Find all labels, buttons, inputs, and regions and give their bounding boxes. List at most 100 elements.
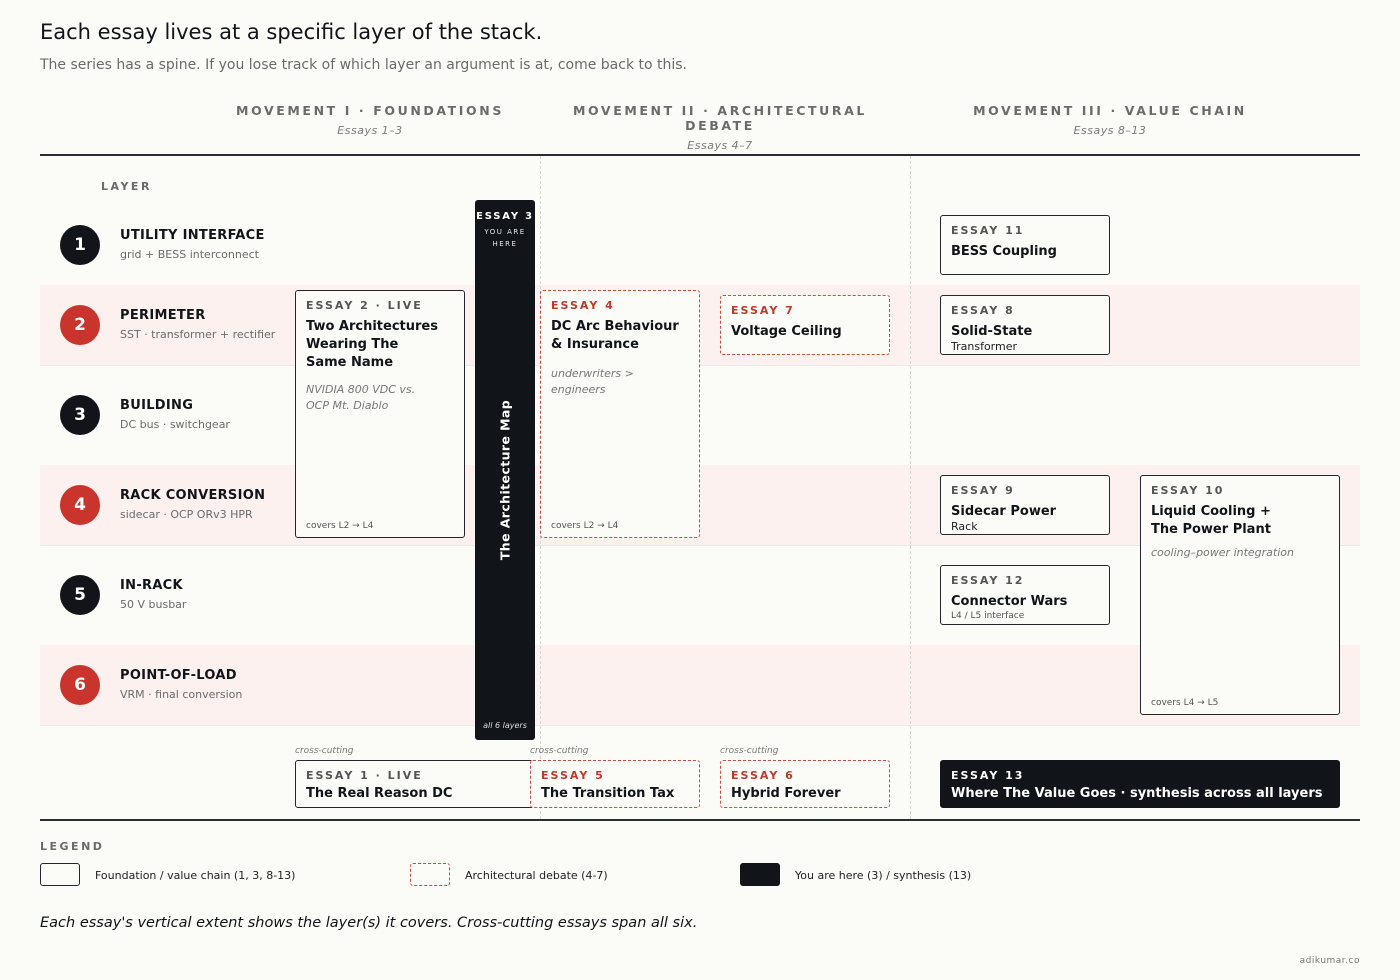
movement-2-header: MOVEMENT II · ARCHITECTURAL DEBATE Essay… — [540, 103, 900, 152]
layer-name: UTILITY INTERFACE — [120, 228, 265, 243]
essay-title: Two Architectures Wearing The Same Name — [306, 318, 454, 372]
layer-name: PERIMETER — [120, 308, 206, 323]
essay-5-card[interactable]: ESSAY 5 The Transition Tax — [530, 760, 700, 808]
movement-3-name: MOVEMENT III · VALUE CHAIN — [973, 103, 1247, 118]
legend-label: You are here (3) / synthesis (13) — [795, 869, 972, 882]
legend-swatch-dashed — [410, 863, 450, 886]
essay-note: NVIDIA 800 VDC vs. OCP Mt. Diablo — [306, 382, 454, 414]
essay-title: Solid-State — [951, 324, 1033, 339]
layer-name: IN-RACK — [120, 578, 183, 593]
layer-description: grid + BESS interconnect — [120, 248, 259, 261]
layer-description: VRM · final conversion — [120, 688, 243, 701]
layer-4-number: 4 — [60, 485, 100, 525]
layer-description: sidecar · OCP ORv3 HPR — [120, 508, 253, 521]
essay-title-line: The Power Plant — [1151, 522, 1271, 537]
movement-1-header: MOVEMENT I · FOUNDATIONS Essays 1–3 — [230, 103, 510, 137]
layer-1-label: UTILITY INTERFACE grid + BESS interconne… — [120, 228, 265, 261]
essay-12-card[interactable]: ESSAY 12 Connector Wars L4 / L5 interfac… — [940, 565, 1110, 625]
essay-2-card[interactable]: ESSAY 2 · LIVE Two Architectures Wearing… — [295, 290, 465, 538]
essay-title: Hybrid Forever — [731, 786, 841, 801]
essay-7-card[interactable]: ESSAY 7 Voltage Ceiling — [720, 295, 890, 355]
cross-cutting-tag: cross-cutting — [720, 746, 779, 756]
essay-eyebrow: ESSAY 10 — [1151, 484, 1225, 497]
essay-1-card[interactable]: ESSAY 1 · LIVE The Real Reason DC — [295, 760, 535, 808]
essay-11-card[interactable]: ESSAY 11 BESS Coupling — [940, 215, 1110, 275]
layer-description: 50 V busbar — [120, 598, 187, 611]
layer-5-label: IN-RACK 50 V busbar — [120, 578, 186, 611]
essay-13-card[interactable]: ESSAY 13 Where The Value Goes · synthesi… — [940, 760, 1340, 808]
layer-name: BUILDING — [120, 398, 194, 413]
layer-2-label: PERIMETER SST · transformer + rectifier — [120, 308, 275, 341]
essay-eyebrow: ESSAY 6 — [731, 769, 795, 782]
cross-cutting-tag: cross-cutting — [295, 746, 354, 756]
essay-title-line: Same Name — [306, 355, 394, 370]
essay-coverage: covers L2 → L4 — [551, 521, 619, 531]
essay-coverage: covers L4 → L5 — [1151, 698, 1219, 708]
legend-label: Foundation / value chain (1, 3, 8-13) — [95, 869, 296, 882]
essay-eyebrow: ESSAY 7 — [731, 304, 795, 317]
essay-title: Liquid Cooling + The Power Plant — [1151, 503, 1329, 539]
legend-label: Architectural debate (4-7) — [465, 869, 608, 882]
essay-title: Where The Value Goes · synthesis across … — [951, 786, 1323, 801]
layer-separator — [40, 725, 1360, 726]
layer-name: RACK CONVERSION — [120, 488, 266, 503]
layer-separator — [40, 365, 1360, 366]
essay-9-card[interactable]: ESSAY 9 Sidecar Power Rack — [940, 475, 1110, 535]
essay-note-line: OCP Mt. Diablo — [306, 399, 389, 412]
you-are-here-line: HERE — [492, 240, 518, 248]
movement-divider — [910, 156, 911, 819]
essay-subtitle: L4 / L5 interface — [951, 611, 1025, 621]
bottom-rule — [40, 819, 1360, 821]
layer-description: SST · transformer + rectifier — [120, 328, 276, 341]
essay-3-card[interactable]: ESSAY 3 YOU ARE HERE The Architecture Ma… — [475, 200, 535, 740]
essay-eyebrow: ESSAY 2 · LIVE — [306, 299, 423, 312]
essay-eyebrow: ESSAY 4 — [551, 299, 615, 312]
layer-description: DC bus · switchgear — [120, 418, 230, 431]
top-rule — [40, 154, 1360, 156]
legend-swatch-solid — [40, 863, 80, 886]
footnote: Each essay's vertical extent shows the l… — [40, 915, 698, 931]
layer-name: POINT-OF-LOAD — [120, 668, 237, 683]
movement-1-range: Essays 1–3 — [337, 124, 403, 137]
essay-subtitle: Transformer — [951, 340, 1018, 353]
legend-header: LEGEND — [40, 840, 105, 853]
essay-10-card[interactable]: ESSAY 10 Liquid Cooling + The Power Plan… — [1140, 475, 1340, 715]
essay-eyebrow: ESSAY 12 — [951, 574, 1025, 587]
essay-6-card[interactable]: ESSAY 6 Hybrid Forever — [720, 760, 890, 808]
essay-note-line: NVIDIA 800 VDC vs. — [306, 383, 416, 396]
essay-eyebrow: ESSAY 3 — [476, 211, 534, 222]
movement-1-name: MOVEMENT I · FOUNDATIONS — [236, 103, 504, 118]
essay-note: cooling–power integration — [1151, 546, 1294, 559]
site-credit: adikumar.co — [1299, 956, 1360, 966]
layer-4-label: RACK CONVERSION sidecar · OCP ORv3 HPR — [120, 488, 265, 521]
essay-eyebrow: ESSAY 13 — [951, 769, 1025, 782]
essay-title-line: & Insurance — [551, 337, 639, 352]
essay-title-line: Two Architectures — [306, 319, 438, 334]
layer-3-number: 3 — [60, 395, 100, 435]
essay-title: Sidecar Power — [951, 504, 1057, 519]
essay-title-line: Liquid Cooling + — [1151, 504, 1271, 519]
essay-coverage: covers L2 → L4 — [306, 521, 374, 531]
page-title: Each essay lives at a specific layer of … — [40, 20, 543, 44]
essay-eyebrow: ESSAY 1 · LIVE — [306, 769, 423, 782]
essay-4-card[interactable]: ESSAY 4 DC Arc Behaviour & Insurance und… — [540, 290, 700, 538]
essay-coverage: all 6 layers — [483, 721, 527, 730]
layer-6-number: 6 — [60, 665, 100, 705]
essay-note: underwriters > engineers — [551, 367, 634, 396]
essay-title: The Transition Tax — [541, 786, 675, 801]
you-are-here-marker: YOU ARE HERE — [475, 226, 535, 250]
essay-title: Voltage Ceiling — [731, 324, 842, 339]
essay-title: DC Arc Behaviour & Insurance — [551, 318, 689, 354]
essay-title-line: Wearing The — [306, 337, 399, 352]
layer-2-number: 2 — [60, 305, 100, 345]
essay-eyebrow: ESSAY 8 — [951, 304, 1015, 317]
essay-subtitle: Rack — [951, 520, 978, 533]
essay-eyebrow: ESSAY 11 — [951, 224, 1025, 237]
movement-3-header: MOVEMENT III · VALUE CHAIN Essays 8–13 — [950, 103, 1270, 137]
essay-8-card[interactable]: ESSAY 8 Solid-State Transformer — [940, 295, 1110, 355]
you-are-here-line: YOU ARE — [484, 228, 526, 236]
movement-2-name: MOVEMENT II · ARCHITECTURAL DEBATE — [573, 103, 867, 133]
layer-column-header: LAYER — [101, 180, 152, 193]
essay-title: BESS Coupling — [951, 244, 1057, 259]
essay-title: Connector Wars — [951, 594, 1068, 609]
